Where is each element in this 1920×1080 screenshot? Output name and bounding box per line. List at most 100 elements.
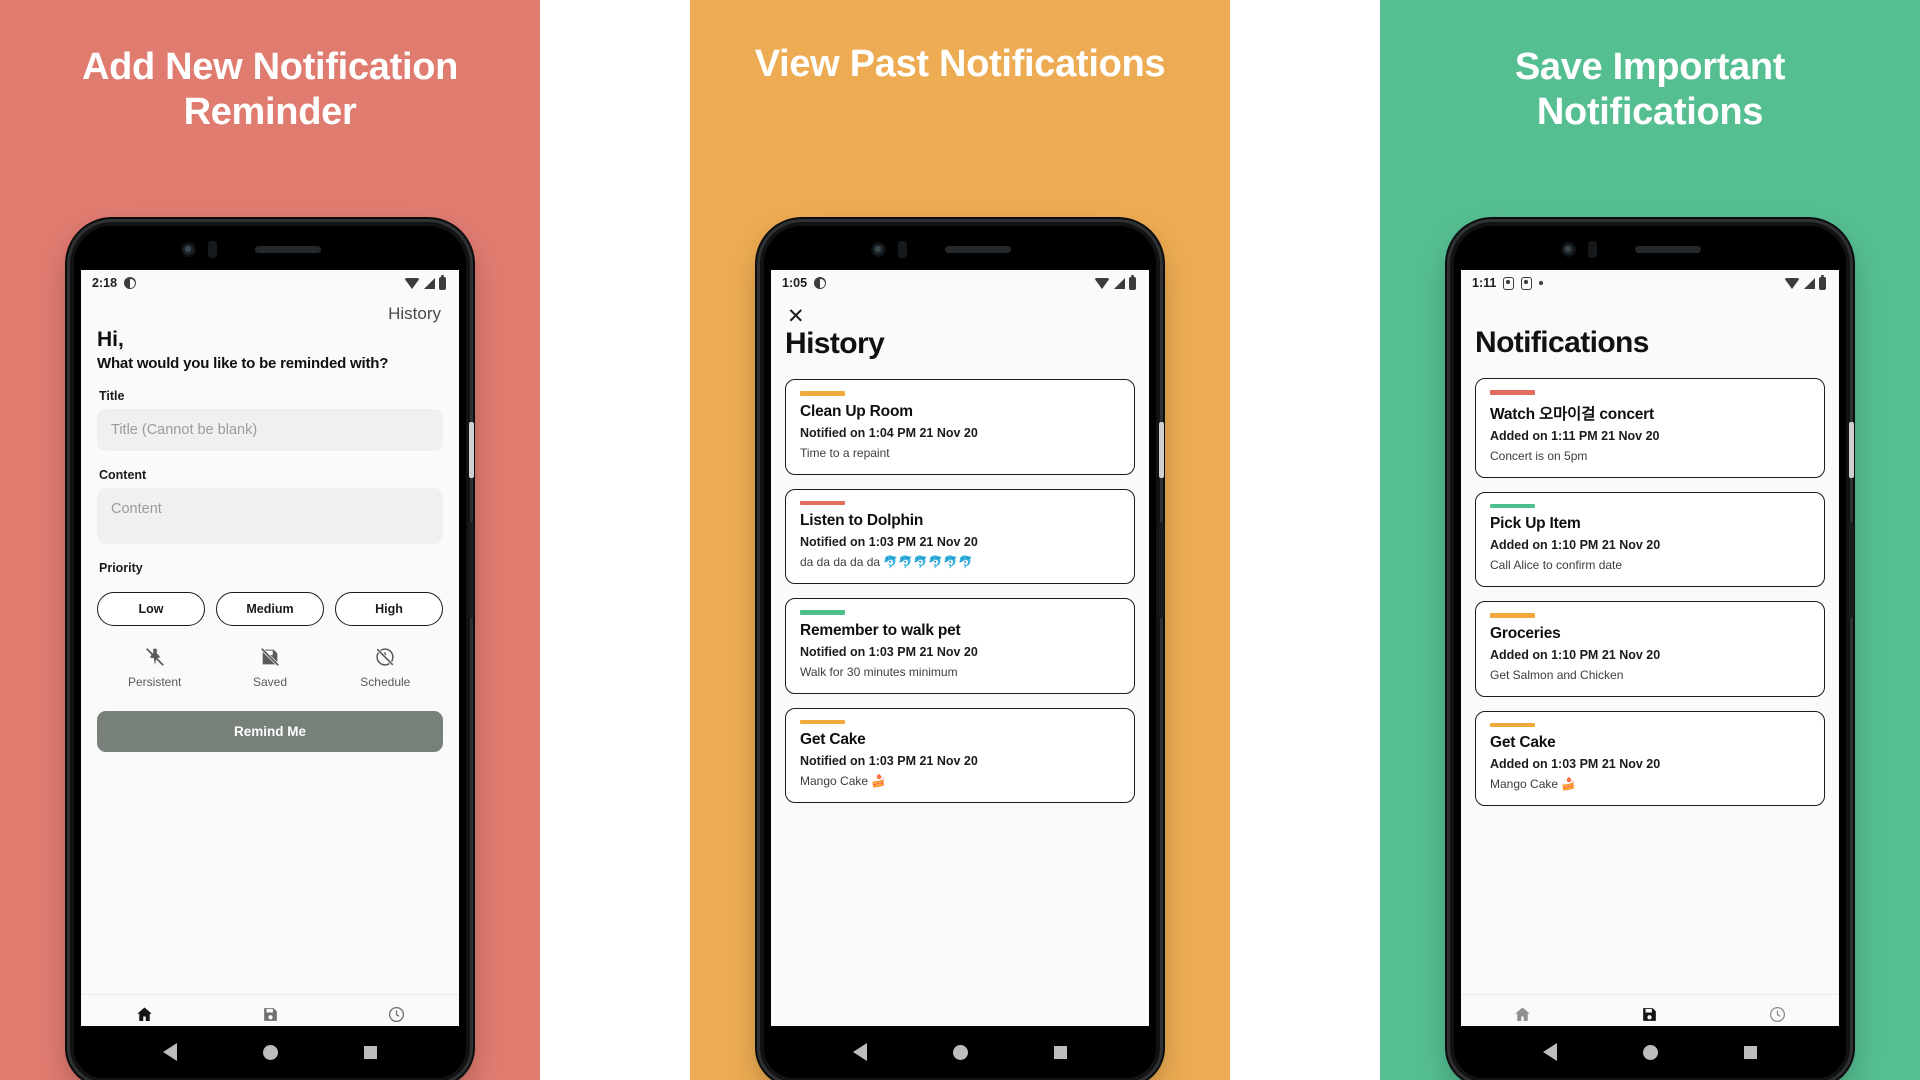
notification-icon-2 [1521,276,1533,290]
card-title: Watch 오마이걸 concert [1490,405,1654,423]
history-card[interactable]: Remember to walk pet Notified on 1:03 PM… [785,598,1135,694]
history-card[interactable]: Listen to Dolphin Notified on 1:03 PM 21… [785,488,1135,584]
nav-item-add[interactable]: Add [1461,1005,1586,1026]
history-card[interactable]: Get Cake Notified on 1:03 PM 21 Nov 20 M… [785,707,1135,803]
android-recents-button[interactable] [1744,1045,1757,1059]
notification-icon-1 [1503,276,1515,290]
nav-item-saved[interactable]: Saved [207,1005,333,1026]
screen-history: 1:05 ✕ History Clean Up Room Notified on… [771,270,1149,1026]
wifi-icon [1784,277,1800,289]
android-back-button[interactable] [853,1043,867,1061]
phone-mockup-1: 2:18 History Hi, What would you like to … [70,222,474,1080]
toggle-saved[interactable]: Saved [212,646,327,689]
status-bar-time: 1:05 [782,276,808,290]
android-back-button[interactable] [163,1043,177,1061]
card-note: Concert is on 5pm [1490,448,1588,463]
home-icon [1515,1007,1530,1021]
card-note: Mango Cake 🍰 [800,774,887,788]
content-input[interactable]: Content [97,488,443,544]
priority-medium-button[interactable]: Medium [216,592,324,626]
panel-view-past-notifications: View Past Notifications 1:05 ✕ History C… [690,0,1230,1080]
card-note: Call Alice to confirm date [1490,558,1623,572]
card-note: Get Salmon and Chicken [1490,667,1624,682]
phone-power-button[interactable] [469,422,474,478]
status-bar-1: 2:18 [81,270,459,296]
priority-accent-bar [1490,503,1535,508]
signal-icon [424,277,435,289]
bottom-navigation-1: Home Saved [81,994,459,1026]
phone-volume-button-3[interactable] [1849,522,1854,618]
android-home-button[interactable] [1643,1044,1658,1060]
priority-accent-bar [1490,390,1535,395]
card-note: da da da da da 🐬🐬🐬🐬🐬🐬 [800,555,974,569]
history-card[interactable]: Clean Up Room Notified on 1:04 PM 21 Nov… [785,379,1135,475]
priority-accent-bar [800,391,845,396]
nav-item-saved[interactable]: Saved [1586,1005,1713,1026]
greeting-subtitle: What would you like to be reminded with? [97,355,389,372]
toggle-persistent[interactable]: Persistent [97,646,212,689]
history-link[interactable]: History [97,296,443,326]
nav-item-home[interactable]: Home [81,1005,207,1026]
priority-accent-bar [1490,722,1535,727]
phone-volume-button-2[interactable] [1159,522,1164,618]
card-note: Walk for 30 minutes minimum [800,664,958,679]
saved-card[interactable]: Get Cake Added on 1:03 PM 21 Nov 20 Mang… [1475,710,1825,806]
save-icon [1643,1008,1657,1021]
phone-volume-button[interactable] [469,522,474,618]
toggle-persistent-label: Persistent [127,675,182,689]
nav-item-schedule[interactable]: Schedule [1714,1005,1839,1026]
earpiece-speaker [255,246,321,253]
nav-item-schedule[interactable]: Schedule [333,1005,459,1026]
dnd-icon [124,277,137,289]
toggle-saved-label: Saved [252,675,287,689]
card-title: Remember to walk pet [800,621,961,639]
save-off-icon [260,647,280,667]
priority-low-button[interactable]: Low [97,592,205,626]
clock-icon [388,1006,404,1023]
title-field-label: Title [99,389,125,403]
card-meta: Added on 1:10 PM 21 Nov 20 [1490,647,1661,662]
toggle-schedule[interactable]: Schedule [328,646,443,689]
priority-label: Priority [99,561,143,575]
android-back-button[interactable] [1543,1043,1557,1061]
remind-me-button[interactable]: Remind Me [97,711,443,752]
front-camera-icon [1561,242,1576,257]
pin-off-icon [145,648,164,666]
saved-card[interactable]: Watch 오마이걸 concert Added on 1:11 PM 21 N… [1475,378,1825,478]
android-home-button[interactable] [953,1044,968,1060]
dnd-icon [814,277,827,289]
panel-gap-2 [1230,0,1380,1080]
toggle-schedule-label: Schedule [360,675,411,689]
save-icon [263,1008,277,1021]
android-recents-button[interactable] [364,1045,377,1059]
android-recents-button[interactable] [1054,1045,1067,1059]
saved-card[interactable]: Pick Up Item Added on 1:10 PM 21 Nov 20 … [1475,491,1825,587]
priority-accent-bar [800,500,845,505]
panel-add-new-notification: Add New Notification Reminder 2:18 Histo… [0,0,540,1080]
title-input[interactable]: Title (Cannot be blank) [97,409,443,451]
card-title: Groceries [1490,624,1561,642]
phone-notch-3 [1454,226,1846,270]
status-bar-time: 1:11 [1472,276,1497,290]
priority-accent-bar [800,610,845,615]
saved-card[interactable]: Groceries Added on 1:10 PM 21 Nov 20 Get… [1475,601,1825,697]
phone-power-button-3[interactable] [1849,422,1854,478]
signal-icon [1114,277,1125,289]
android-home-button[interactable] [263,1044,278,1060]
earpiece-speaker [1635,246,1701,253]
priority-high-button[interactable]: High [335,592,443,626]
greeting-text: Hi, [97,328,124,351]
phone-power-button-2[interactable] [1159,422,1164,478]
bottom-navigation-3: Add Saved [1461,994,1839,1026]
card-meta: Added on 1:03 PM 21 Nov 20 [1490,757,1661,771]
close-icon[interactable]: ✕ [785,296,809,327]
panel-heading-3: Save Important Notifications [1514,46,1786,133]
android-navigation-bar-3 [1454,1026,1846,1078]
screen-add-reminder: 2:18 History Hi, What would you like to … [81,270,459,1026]
status-bar-2: 1:05 [771,270,1149,296]
panel-gap-1 [540,0,690,1080]
card-title: Listen to Dolphin [800,512,924,529]
card-meta: Notified on 1:03 PM 21 Nov 20 [800,754,978,768]
priority-accent-bar [800,719,845,724]
clock-off-icon [376,648,395,666]
